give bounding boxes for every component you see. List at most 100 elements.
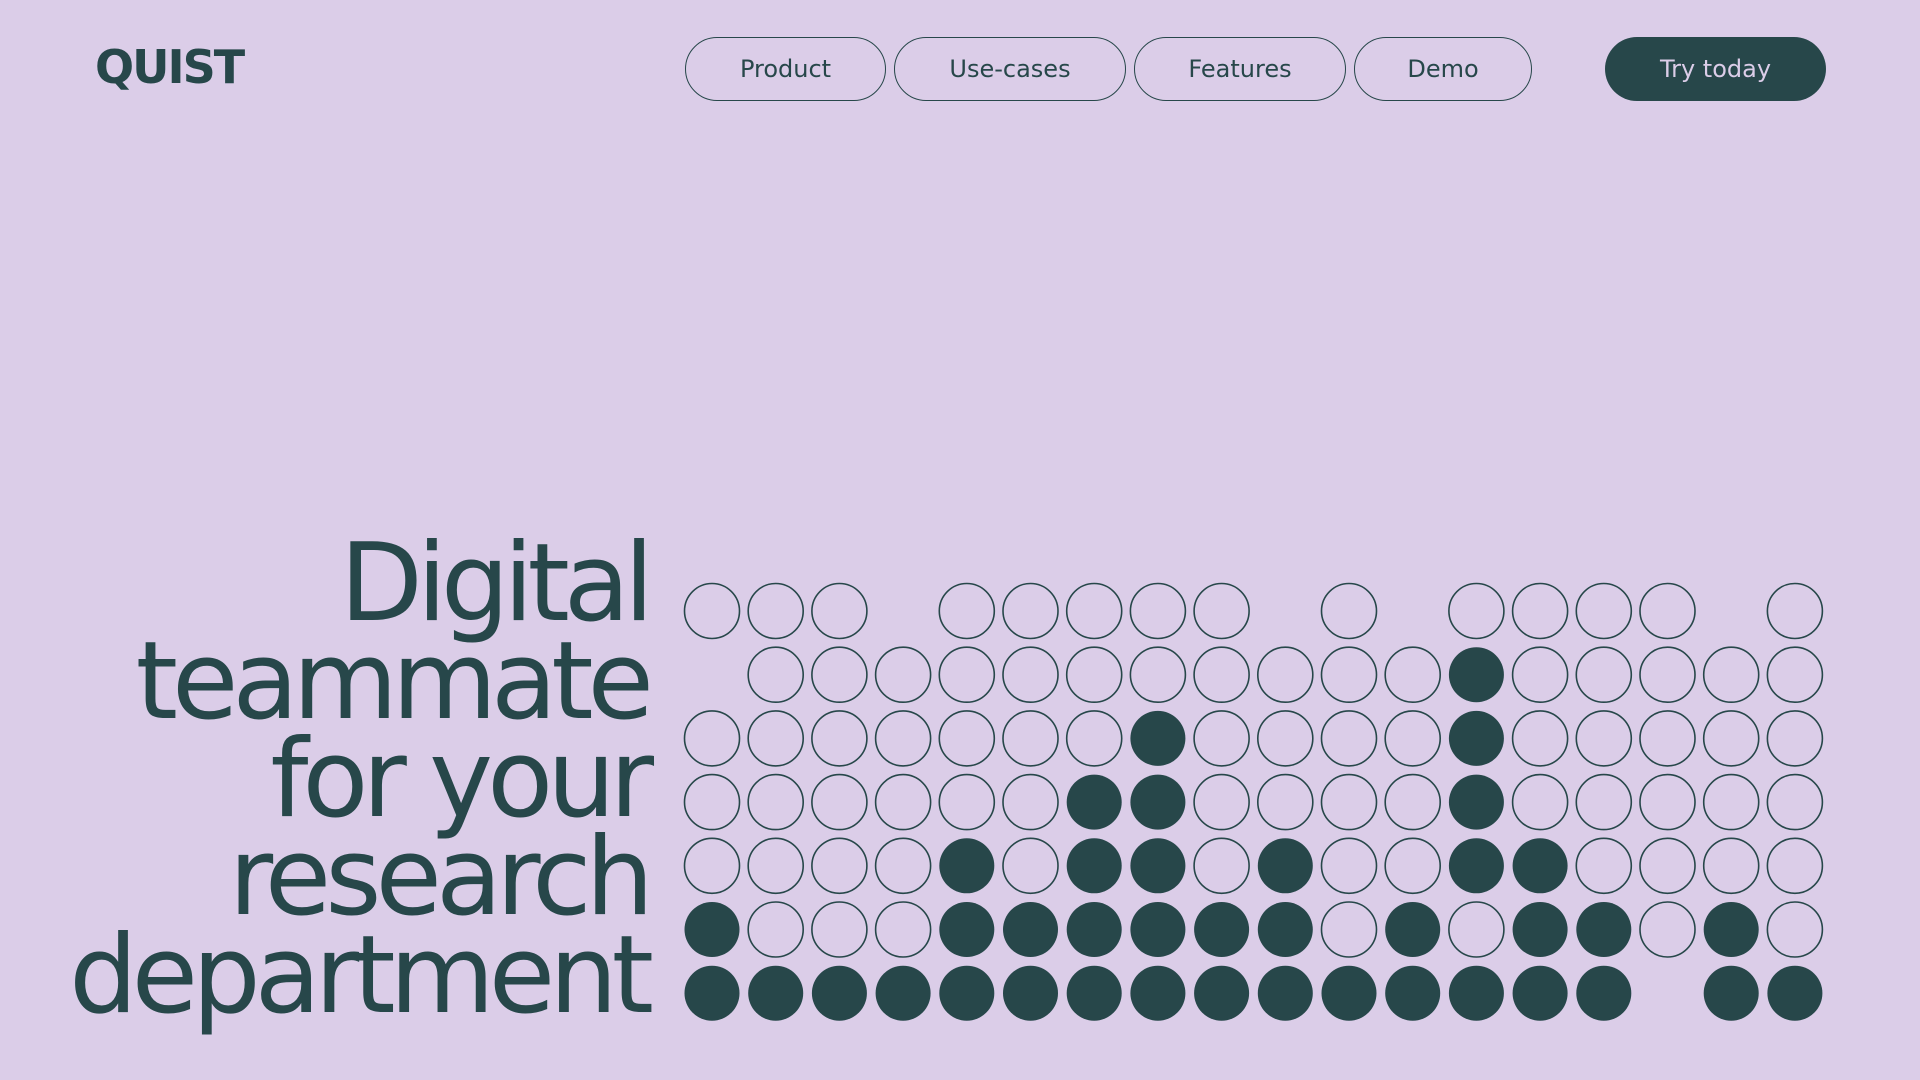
outlined-dot [1766, 837, 1824, 895]
outlined-dot [1384, 646, 1441, 704]
outlined-dot [1766, 582, 1824, 640]
outlined-dot [1257, 710, 1314, 767]
outlined-dot [747, 837, 805, 895]
filled-dot [1703, 965, 1759, 1021]
outlined-dot [938, 710, 996, 767]
outlined-dot [1193, 710, 1250, 767]
outlined-dot [1065, 710, 1123, 767]
outlined-dot [1766, 710, 1824, 767]
outlined-dot [1448, 901, 1505, 958]
filled-dot [1576, 902, 1632, 957]
filled-dot [1130, 965, 1186, 1021]
outlined-dot [811, 773, 868, 831]
filled-dot [939, 902, 995, 957]
outlined-dot [1320, 773, 1378, 831]
outlined-dot [1766, 646, 1824, 704]
filled-dot [1385, 902, 1441, 957]
filled-dot [939, 965, 995, 1021]
outlined-dot [874, 710, 932, 767]
outlined-dot [1384, 710, 1441, 767]
outlined-dot [874, 837, 932, 895]
filled-dot [684, 965, 740, 1021]
filled-dot [1512, 902, 1568, 957]
filled-dot [1003, 902, 1058, 957]
filled-dot [748, 965, 804, 1021]
filled-dot [1066, 902, 1122, 957]
filled-dot [1448, 647, 1504, 703]
filled-dot [1257, 902, 1313, 957]
outlined-dot [683, 837, 741, 895]
outlined-dot [1193, 582, 1250, 640]
outlined-dot [1193, 646, 1250, 704]
filled-dot [1130, 774, 1186, 830]
outlined-dot [1448, 582, 1505, 640]
filled-dot [1257, 965, 1313, 1021]
outlined-dot [747, 646, 805, 704]
outlined-dot [1702, 710, 1760, 767]
outlined-dot [1384, 773, 1441, 831]
filled-dot [1385, 965, 1441, 1021]
outlined-dot [1129, 646, 1187, 704]
outlined-dot [938, 773, 996, 831]
outlined-dot [1639, 773, 1696, 831]
outlined-dot [1065, 582, 1123, 640]
outlined-dot [1002, 646, 1059, 704]
outlined-dot [1511, 582, 1569, 640]
filled-dot [1194, 902, 1250, 957]
filled-dot [1576, 965, 1632, 1021]
outlined-dot [747, 582, 805, 640]
filled-dot [875, 965, 931, 1021]
filled-dot [1321, 965, 1377, 1021]
outlined-dot [1002, 710, 1059, 767]
outlined-dot [1257, 773, 1314, 831]
outlined-dot [1575, 837, 1633, 895]
outlined-dot [874, 773, 932, 831]
outlined-dot [1639, 582, 1696, 640]
outlined-dot [1257, 646, 1314, 704]
outlined-dot [1511, 646, 1569, 704]
outlined-dot [1639, 901, 1696, 958]
filled-dot [1066, 838, 1122, 894]
outlined-dot [938, 646, 996, 704]
outlined-dot [1320, 582, 1378, 640]
outlined-dot [1575, 773, 1633, 831]
outlined-dot [683, 773, 741, 831]
outlined-dot [1702, 646, 1760, 704]
filled-dot [1066, 774, 1122, 830]
outlined-dot [1002, 582, 1059, 640]
filled-dot [1512, 965, 1568, 1021]
outlined-dot [811, 710, 868, 767]
outlined-dot [1639, 646, 1696, 704]
filled-dot [1130, 838, 1186, 894]
outlined-dot [1575, 646, 1633, 704]
filled-dot [684, 902, 740, 957]
outlined-dot [683, 710, 741, 767]
outlined-dot [747, 901, 805, 958]
outlined-dot [683, 582, 741, 640]
outlined-dot [747, 710, 805, 767]
dot-grid-graphic [683, 582, 1824, 1021]
outlined-dot [1193, 773, 1250, 831]
filled-dot [1194, 965, 1250, 1021]
outlined-dot [811, 646, 868, 704]
filled-dot [1066, 965, 1122, 1021]
outlined-dot [874, 901, 932, 958]
outlined-dot [1065, 646, 1123, 704]
filled-dot [939, 838, 995, 894]
outlined-dot [811, 837, 868, 895]
filled-dot [1512, 838, 1568, 894]
outlined-dot [1320, 646, 1378, 704]
outlined-dot [1639, 837, 1696, 895]
filled-dot [1448, 710, 1504, 766]
outlined-dot [1511, 710, 1569, 767]
outlined-dot [1320, 837, 1378, 895]
filled-dot [811, 965, 867, 1021]
filled-dot [1703, 902, 1759, 957]
outlined-dot [811, 901, 868, 958]
outlined-dot [1193, 837, 1250, 895]
outlined-dot [1766, 773, 1824, 831]
outlined-dot [938, 582, 996, 640]
outlined-dot [747, 773, 805, 831]
outlined-dot [874, 646, 932, 704]
outlined-dot [1575, 710, 1633, 767]
